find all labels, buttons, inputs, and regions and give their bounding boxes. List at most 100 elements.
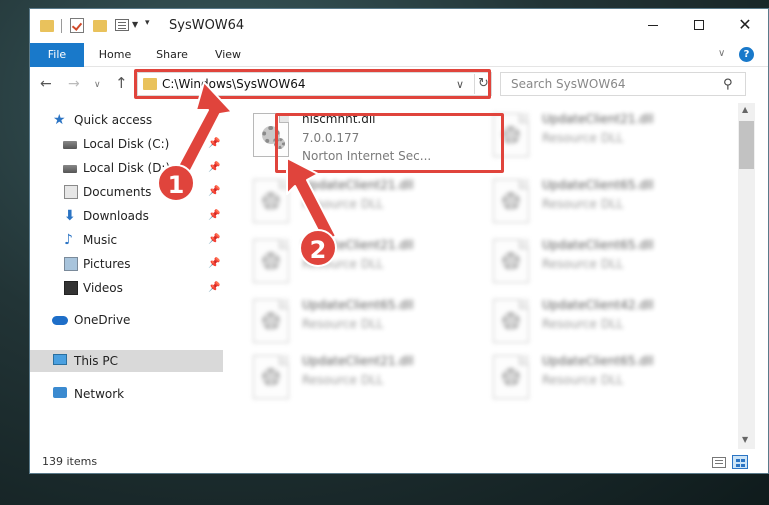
file-tile[interactable]: UpdateClient65.dll Resource DLL bbox=[487, 351, 711, 407]
maximize-icon bbox=[694, 20, 704, 30]
up-arrow-icon[interactable]: ↑ bbox=[115, 74, 128, 92]
pin-icon[interactable]: 📌 bbox=[208, 162, 220, 173]
file-description: Resource DLL bbox=[542, 373, 624, 387]
status-bar: 139 items bbox=[30, 449, 768, 473]
navigation-bar: ← → ∨ ↑ C:\Windows\SysWOW64 ∨ ↻ Search S… bbox=[30, 67, 768, 103]
forward-arrow-icon[interactable]: → bbox=[68, 76, 80, 92]
tiles-view-icon[interactable] bbox=[732, 455, 748, 469]
close-button[interactable]: ✕ bbox=[722, 9, 768, 41]
tab-home[interactable]: Home bbox=[90, 43, 140, 67]
file-tile[interactable]: UpdateClient65.dll Resource DLL bbox=[487, 235, 711, 291]
step-badge-2: 2 bbox=[299, 229, 337, 267]
scrollbar-thumb[interactable] bbox=[739, 121, 754, 169]
file-name: UpdateClient65.dll bbox=[302, 298, 414, 312]
sidebar-item-label: Videos bbox=[83, 281, 123, 295]
file-tile[interactable]: UpdateClient21.dll Resource DLL bbox=[247, 351, 471, 407]
gear-icon bbox=[502, 368, 520, 386]
file-tile[interactable]: UpdateClient65.dll Resource DLL bbox=[487, 175, 711, 231]
pin-icon[interactable]: 📌 bbox=[208, 186, 220, 197]
drive-icon bbox=[63, 165, 77, 173]
file-tile[interactable]: UpdateClient21.dll Resource DLL bbox=[487, 109, 711, 165]
maximize-button[interactable] bbox=[676, 9, 722, 41]
chevron-down-icon[interactable]: ▼ bbox=[132, 20, 138, 38]
pin-icon[interactable]: 📌 bbox=[208, 258, 220, 269]
network-icon bbox=[53, 387, 67, 398]
dll-file-icon bbox=[493, 355, 529, 399]
file-description: Resource DLL bbox=[302, 373, 384, 387]
file-tile[interactable]: UpdateClient21.dll Resource DLL bbox=[247, 175, 471, 231]
help-icon[interactable]: ? bbox=[739, 47, 754, 62]
pin-icon[interactable]: 📌 bbox=[208, 210, 220, 221]
file-tile[interactable]: UpdateClient65.dll Resource DLL bbox=[247, 295, 471, 351]
pictures-icon bbox=[64, 257, 78, 271]
vertical-scrollbar[interactable]: ▲ ▼ bbox=[738, 103, 755, 449]
sidebar-item-downloads[interactable]: ⬇ Downloads 📌 bbox=[30, 205, 223, 227]
gear-icon bbox=[502, 252, 520, 270]
title-bar: ▼ ▾ SysWOW64 ✕ bbox=[30, 9, 768, 43]
file-highlight-box bbox=[275, 113, 504, 173]
file-tile[interactable]: UpdateClient21.dll Resource DLL bbox=[247, 235, 471, 291]
search-input[interactable]: Search SysWOW64 ⚲ bbox=[500, 72, 746, 96]
star-icon: ★ bbox=[53, 112, 66, 128]
properties-icon[interactable] bbox=[115, 19, 129, 31]
pin-icon[interactable]: 📌 bbox=[208, 282, 220, 293]
pin-icon[interactable]: 📌 bbox=[208, 138, 220, 149]
file-description: Resource DLL bbox=[542, 257, 624, 271]
scroll-up-icon[interactable]: ▲ bbox=[742, 105, 748, 114]
dll-file-icon bbox=[253, 355, 289, 399]
window-title: SysWOW64 bbox=[169, 18, 245, 33]
sidebar-item-music[interactable]: ♪ Music 📌 bbox=[30, 229, 223, 251]
item-count: 139 items bbox=[42, 455, 98, 468]
tab-view[interactable]: View bbox=[206, 43, 250, 67]
gear-icon bbox=[262, 252, 280, 270]
gear-icon bbox=[262, 368, 280, 386]
sidebar-item-local-disk-c[interactable]: Local Disk (C:) 📌 bbox=[30, 133, 223, 155]
navigation-pane: ★ Quick access Local Disk (C:) 📌 Local D… bbox=[30, 103, 223, 449]
sidebar-item-pictures[interactable]: Pictures 📌 bbox=[30, 253, 223, 275]
properties-check-icon[interactable] bbox=[70, 18, 84, 33]
sidebar-item-onedrive[interactable]: OneDrive bbox=[30, 309, 223, 331]
close-icon: ✕ bbox=[738, 15, 752, 34]
tab-share[interactable]: Share bbox=[148, 43, 196, 67]
videos-icon bbox=[64, 281, 78, 295]
gear-icon bbox=[502, 192, 520, 210]
sidebar-item-label: Quick access bbox=[74, 113, 153, 127]
dll-file-icon bbox=[253, 299, 289, 343]
sidebar-item-label: Music bbox=[83, 233, 118, 247]
gear-icon bbox=[502, 312, 520, 330]
gear-icon bbox=[502, 126, 520, 144]
folder-icon[interactable] bbox=[40, 20, 54, 32]
divider bbox=[61, 19, 62, 33]
sidebar-item-network[interactable]: Network bbox=[30, 383, 223, 405]
dll-file-icon bbox=[493, 239, 529, 283]
customize-toolbar-icon[interactable]: ▾ bbox=[145, 18, 150, 36]
back-arrow-icon[interactable]: ← bbox=[40, 76, 52, 92]
sidebar-item-videos[interactable]: Videos 📌 bbox=[30, 277, 223, 299]
sidebar-item-local-disk-d[interactable]: Local Disk (D:) 📌 bbox=[30, 157, 223, 179]
file-name: UpdateClient65.dll bbox=[542, 238, 654, 252]
details-view-icon[interactable] bbox=[712, 457, 726, 468]
sidebar-item-label: This PC bbox=[74, 354, 118, 368]
search-icon[interactable]: ⚲ bbox=[723, 77, 733, 92]
gear-icon bbox=[262, 312, 280, 330]
pin-icon[interactable]: 📌 bbox=[208, 234, 220, 245]
scroll-down-icon[interactable]: ▼ bbox=[742, 435, 748, 444]
recent-locations-icon[interactable]: ∨ bbox=[94, 80, 101, 90]
sidebar-item-label: Downloads bbox=[83, 209, 149, 223]
minimize-button[interactable] bbox=[630, 9, 676, 41]
sidebar-item-quick-access[interactable]: ★ Quick access bbox=[30, 109, 223, 131]
file-tile[interactable]: UpdateClient42.dll Resource DLL bbox=[487, 295, 711, 351]
file-description: Resource DLL bbox=[302, 197, 384, 211]
expand-ribbon-icon[interactable]: ∨ bbox=[718, 48, 725, 59]
drive-icon bbox=[63, 141, 77, 149]
new-folder-icon[interactable] bbox=[93, 20, 107, 32]
address-highlight-box bbox=[134, 69, 491, 99]
pc-icon bbox=[53, 354, 67, 365]
dll-file-icon bbox=[493, 179, 529, 223]
dll-file-icon bbox=[253, 179, 289, 223]
search-placeholder: Search SysWOW64 bbox=[511, 77, 626, 91]
tab-file[interactable]: File bbox=[30, 43, 84, 67]
sidebar-item-this-pc[interactable]: This PC bbox=[30, 350, 223, 372]
file-name: UpdateClient21.dll bbox=[302, 178, 414, 192]
sidebar-item-label: Network bbox=[74, 387, 125, 401]
